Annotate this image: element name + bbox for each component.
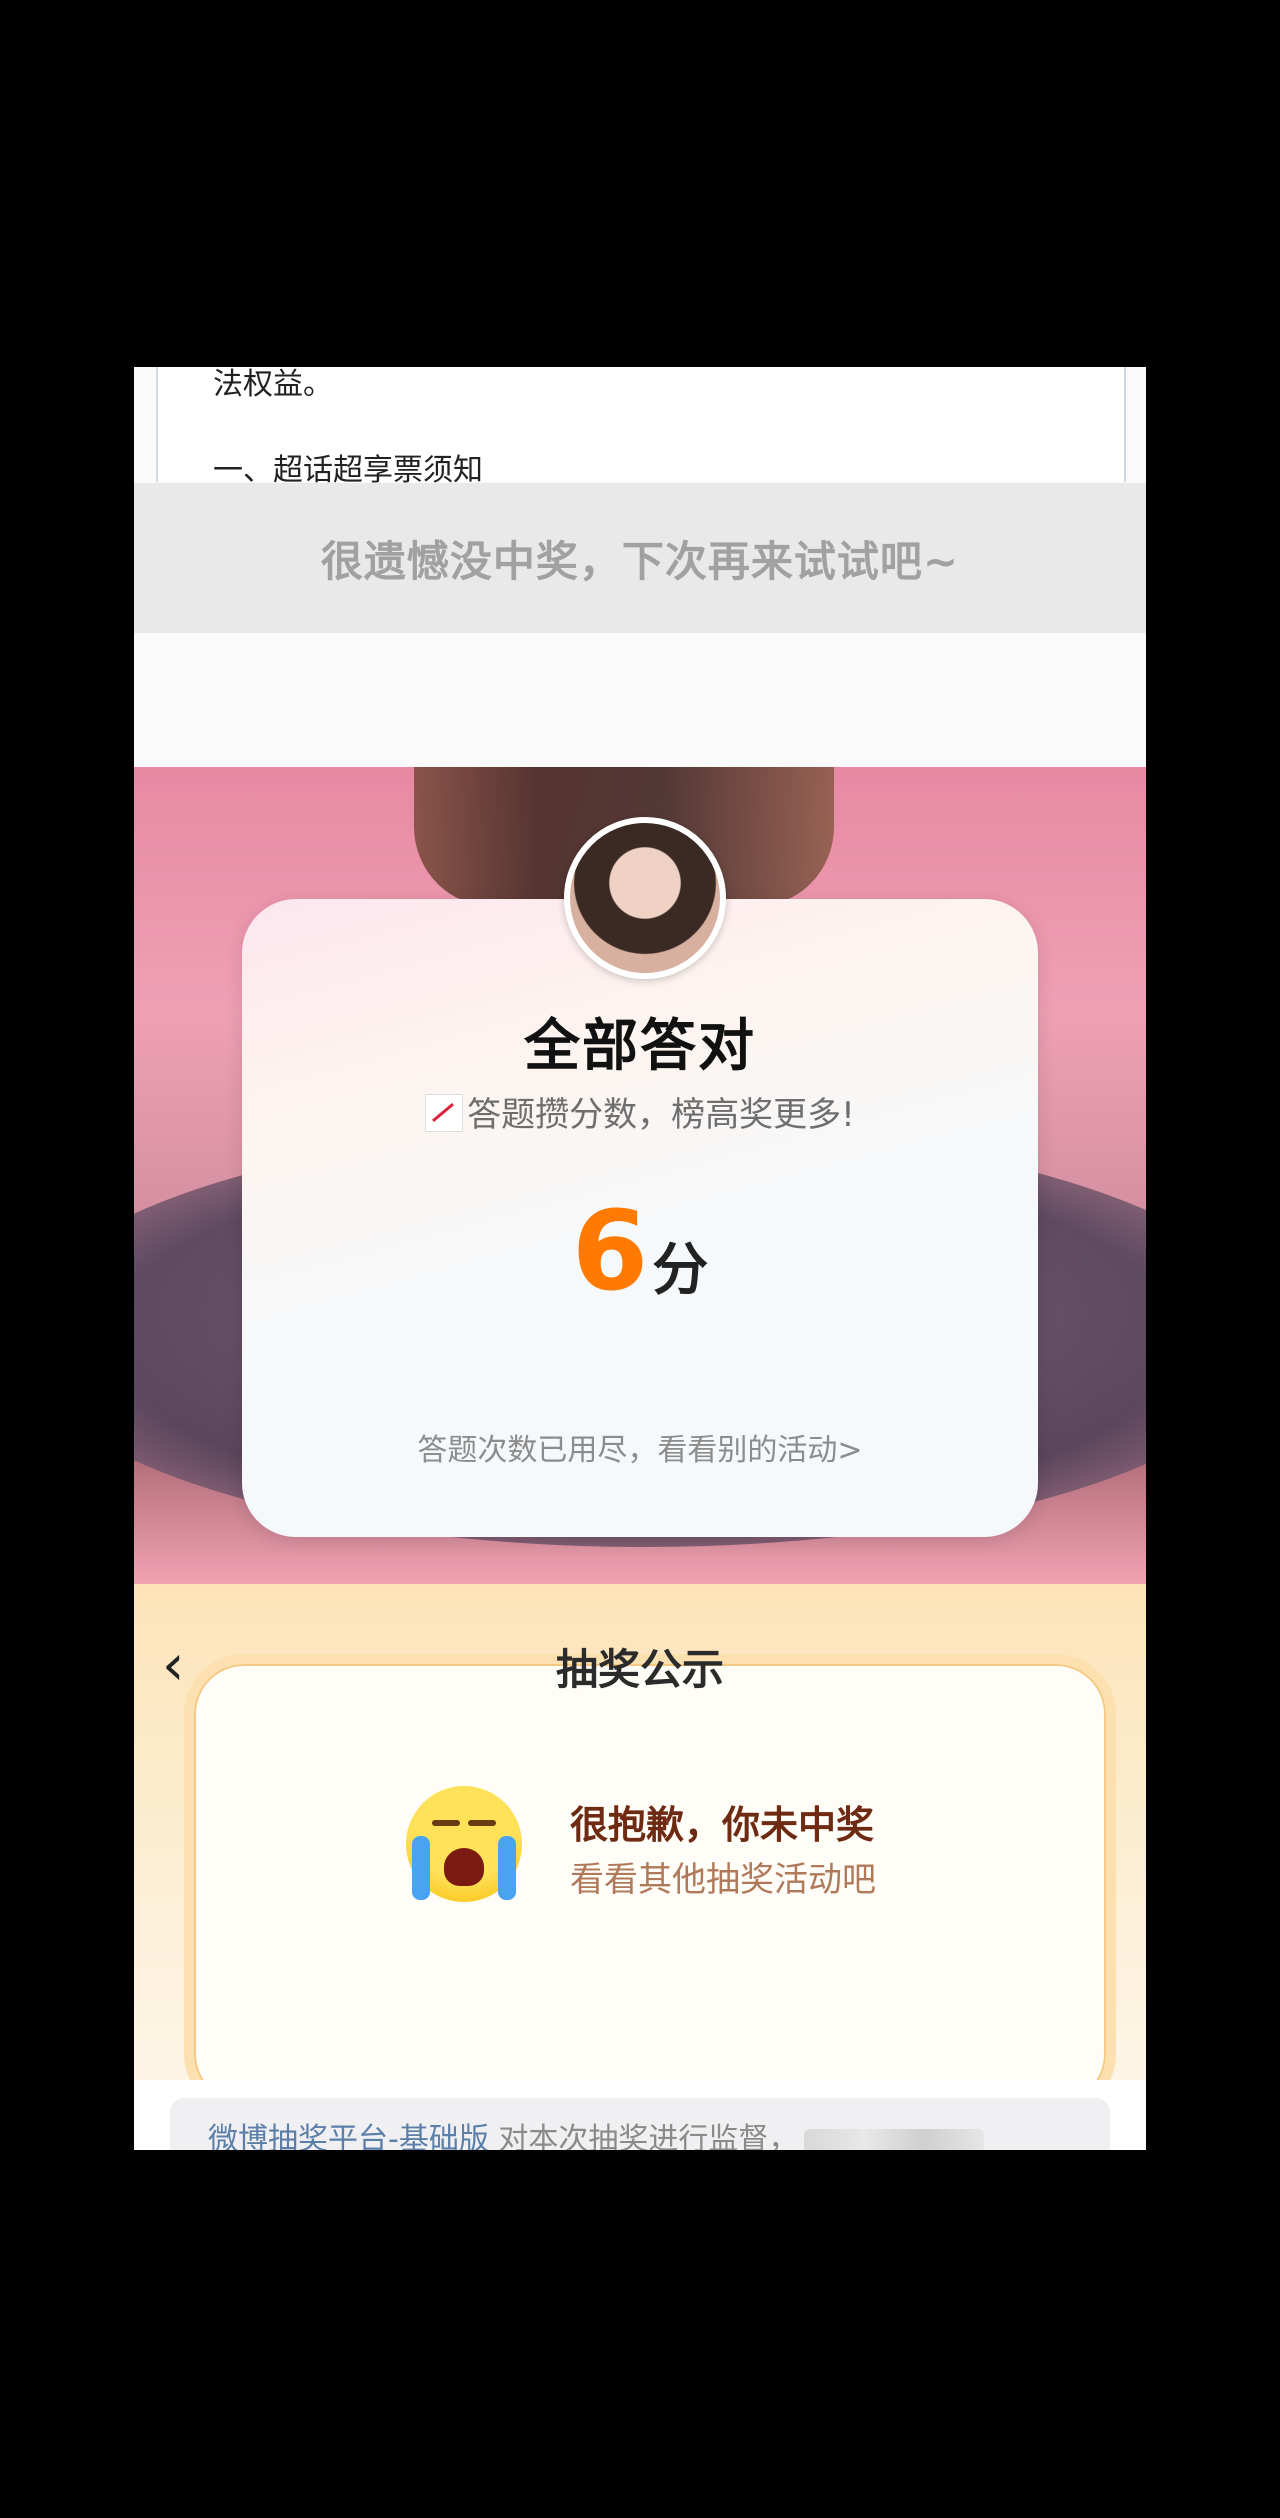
rules-line: 法权益。 [213, 367, 333, 402]
other-activities-link[interactable]: 答题次数已用尽，看看别的活动> [134, 1425, 1146, 1469]
result-subtitle-row: 答题攒分数，榜高奖更多! [134, 1087, 1146, 1136]
result-subtitle: 答题攒分数，榜高奖更多! [467, 1095, 855, 1135]
footer-bar: 微博抽奖平台-基础版 对本次抽奖进行监督， [134, 2080, 1146, 2150]
phone-screen: 法权益。 一、超话超享票须知 很遗憾没中奖，下次再来试试吧~ 全部答对 答题攒分… [134, 367, 1146, 2150]
rules-document: 法权益。 一、超话超享票须知 [156, 367, 1126, 488]
platform-link[interactable]: 微博抽奖平台-基础版 [208, 2122, 489, 2150]
crying-face-icon [406, 1786, 522, 1902]
result-subline[interactable]: 看看其他抽奖活动吧 [570, 1852, 876, 1901]
score-unit: 分 [652, 1238, 709, 1303]
result-headline: 很抱歉，你未中奖 [570, 1803, 875, 1847]
avatar [564, 817, 726, 979]
quiz-result-panel: 全部答对 答题攒分数，榜高奖更多! 6分 答题次数已用尽，看看别的活动> [134, 767, 1146, 1584]
chart-increasing-icon [425, 1094, 464, 1132]
no-win-banner: 很遗憾没中奖，下次再来试试吧~ [134, 483, 1146, 633]
footer-text: 微博抽奖平台-基础版 对本次抽奖进行监督， [208, 2114, 985, 2150]
no-win-text: 很遗憾没中奖，下次再来试试吧~ [320, 536, 960, 586]
page-title: 抽奖公示 [555, 1645, 724, 1694]
footer-description: 对本次抽奖进行监督， [488, 2122, 799, 2150]
score-display: 6分 [134, 1187, 1146, 1315]
result-title: 全部答对 [524, 1014, 756, 1079]
score-value: 6 [571, 1187, 649, 1315]
redacted-text [804, 2129, 985, 2150]
lottery-panel: ‹ 抽奖公示 很抱歉，你未中奖 看看其他抽奖活动吧 微博抽奖平台-基础版 对本次… [134, 1584, 1146, 2150]
rules-panel: 法权益。 一、超话超享票须知 很遗憾没中奖，下次再来试试吧~ [134, 367, 1146, 767]
